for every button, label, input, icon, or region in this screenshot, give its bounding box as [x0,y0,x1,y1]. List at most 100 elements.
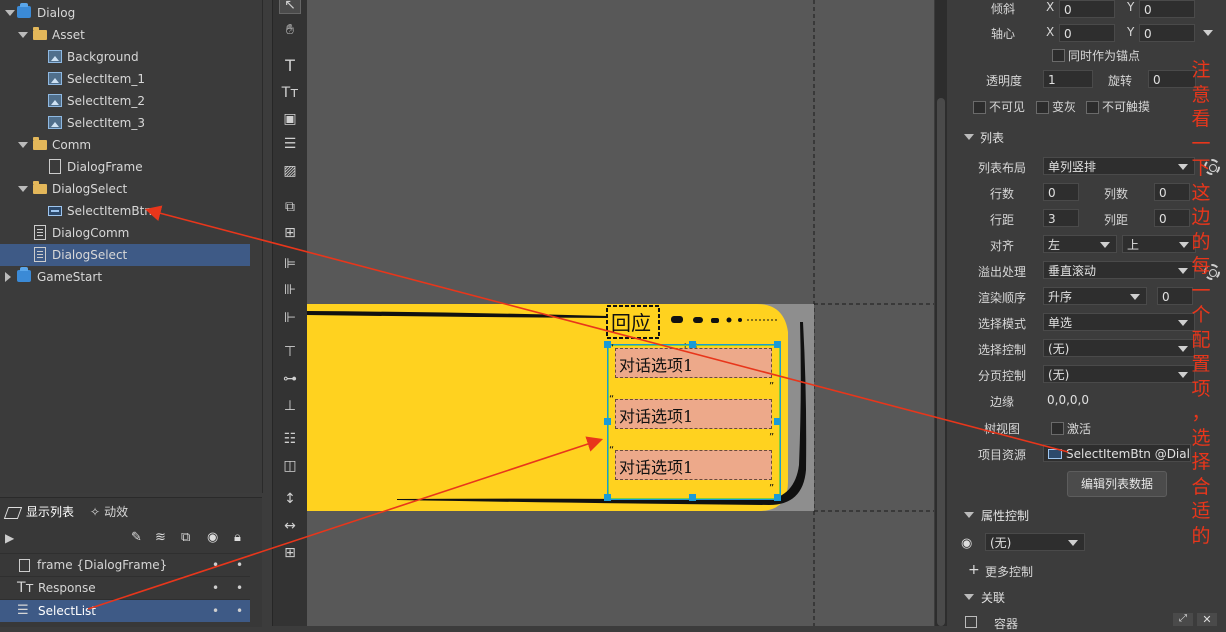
grayed-checkbox[interactable] [1036,101,1049,114]
item-resource-input[interactable]: SelectItemBtn @Dialog [1043,444,1191,462]
resize-handle[interactable] [604,494,611,501]
chevron-down-icon[interactable] [1203,30,1213,36]
list-item[interactable]: 对话选项1 “ ” [609,445,776,494]
tree-item-dialogcomm[interactable]: DialogComm [0,222,250,244]
expand-icon[interactable] [5,10,15,16]
select-tool-icon[interactable]: ↖ [279,0,301,14]
canvas-scroll-thumb[interactable] [937,98,945,626]
display-row-response[interactable]: Tт Response • • [0,576,250,599]
copy-icon[interactable]: ⧉ [181,530,190,545]
overflow-select[interactable]: 垂直滚动 [1043,261,1195,279]
distribute-v-icon[interactable]: ☷ [281,431,299,447]
align-bottom-icon[interactable]: ⊥ [281,398,299,414]
text-tool-icon[interactable]: T [281,58,299,74]
grid-icon[interactable]: ⊞ [281,545,299,561]
untouchable-checkbox[interactable] [1086,101,1099,114]
tree-item-asset[interactable]: Asset [0,24,250,46]
expand-icon[interactable] [18,186,28,192]
lock-dot[interactable]: • [236,600,243,622]
expand-icon[interactable] [18,32,28,38]
tree-item-selectitem-3[interactable]: SelectItem_3 [0,112,250,134]
image-tool-icon[interactable]: ▣ [281,111,299,127]
resize-handle[interactable] [774,341,781,348]
tree-item-label: GameStart [37,270,103,284]
row-gap-input[interactable]: 3 [1043,209,1079,227]
page-ctrl-select[interactable]: (无) [1043,365,1195,383]
tree-item-dialogselect[interactable]: DialogSelect [0,244,250,266]
cols-input[interactable]: 0 [1154,183,1190,201]
invisible-checkbox[interactable] [973,101,986,114]
display-row-frame[interactable]: frame {DialogFrame} • • [0,553,250,576]
list-item[interactable]: 对话选项1 “ ” [609,343,776,392]
tree-item-dialogselect-folder[interactable]: DialogSelect [0,178,250,200]
tree-item-background[interactable]: Background [0,46,250,68]
col-gap-input[interactable]: 0 [1154,209,1190,227]
render-order-select[interactable]: 升序 [1043,287,1147,305]
expand-icon[interactable]: ⤢ [1173,613,1193,626]
select-ctrl-select[interactable]: (无) [1043,339,1195,357]
align-left-icon[interactable]: ⊫ [281,256,299,272]
play-icon[interactable]: ▶ [5,531,14,545]
response-title-text[interactable]: 回应 [611,307,651,336]
graph-tool-icon[interactable]: ▨ [281,163,299,179]
as-anchor-checkbox[interactable] [1052,49,1065,62]
list-item[interactable]: 对话选项1 “ ” [609,394,776,443]
hand-tool-icon[interactable]: ✋︎ [281,22,299,38]
tree-view-checkbox[interactable] [1051,422,1064,435]
lock-dot[interactable]: • [236,577,243,599]
edit-list-data-button[interactable]: 编辑列表数据 [1067,471,1167,497]
eye-icon[interactable]: ◉ [207,530,218,545]
collapsed-icon[interactable] [5,272,11,282]
resize-handle[interactable] [774,494,781,501]
tree-item-dialogframe[interactable]: DialogFrame [0,156,250,178]
lock-icon[interactable]: 🔒︎ [234,530,241,545]
distribute-h-icon[interactable]: ◫ [281,458,299,474]
tree-item-selectitem-1[interactable]: SelectItem_1 [0,68,250,90]
expand-icon[interactable] [18,142,28,148]
tree-item-selectitem-2[interactable]: SelectItem_2 [0,90,250,112]
visibility-dot[interactable]: • [212,600,219,622]
close-icon[interactable]: ✕ [1197,613,1217,626]
pivot-x-input[interactable]: 0 [1059,24,1115,42]
select-mode-select[interactable]: 单选 [1043,313,1195,331]
plus-icon[interactable]: + [968,562,980,578]
tab-effects[interactable]: ✧ 动效 [90,498,128,526]
align-center-h-icon[interactable]: ⊪ [281,282,299,298]
pivot-y-input[interactable]: 0 [1139,24,1195,42]
lock-dot[interactable]: • [236,554,243,576]
align-right-icon[interactable]: ⊩ [281,310,299,326]
hide-icon[interactable]: ≋ [155,530,166,545]
attr-ctrl-select[interactable]: (无) [985,533,1085,551]
same-height-icon[interactable]: ↕ [281,491,299,507]
resize-handle[interactable] [689,341,696,348]
display-row-selectlist[interactable]: ☰ SelectList • • [0,599,250,622]
align-v-select[interactable]: 上 [1122,235,1196,253]
resize-handle[interactable] [774,418,781,425]
editor-canvas[interactable]: 回应 List [307,0,934,626]
tree-item-comm[interactable]: Comm [0,134,250,156]
tree-item-dialog[interactable]: Dialog [0,2,250,24]
tab-display-list[interactable]: 显示列表 [3,498,74,526]
more-control-link[interactable]: 更多控制 [985,563,1033,580]
layout-select[interactable]: 单列竖排 [1043,157,1195,175]
tree-item-selectitembtn[interactable]: SelectItemBtn [0,200,250,222]
group-tool-icon[interactable]: ⊞ [281,225,299,241]
skew-y-input[interactable]: 0 [1139,0,1195,18]
skew-x-input[interactable]: 0 [1059,0,1115,18]
edit-icon[interactable]: ✎ [131,530,142,545]
visibility-dot[interactable]: • [212,577,219,599]
resize-handle[interactable] [604,418,611,425]
rich-text-tool-icon[interactable]: Tт [281,85,299,101]
visibility-dot[interactable]: • [212,554,219,576]
rows-input[interactable]: 0 [1043,183,1079,201]
resize-handle[interactable] [604,341,611,348]
tree-item-gamestart[interactable]: GameStart [0,266,250,288]
align-middle-v-icon[interactable]: ⊶ [281,371,299,387]
align-h-select[interactable]: 左 [1043,235,1117,253]
alpha-input[interactable]: 1 [1043,70,1093,88]
list-tool-icon[interactable]: ☰ [281,136,299,152]
resize-handle[interactable] [689,494,696,501]
component-tool-icon[interactable]: ⧉ [281,199,299,215]
align-top-icon[interactable]: ⊤ [281,344,299,360]
same-width-icon[interactable]: ↔ [281,518,299,534]
